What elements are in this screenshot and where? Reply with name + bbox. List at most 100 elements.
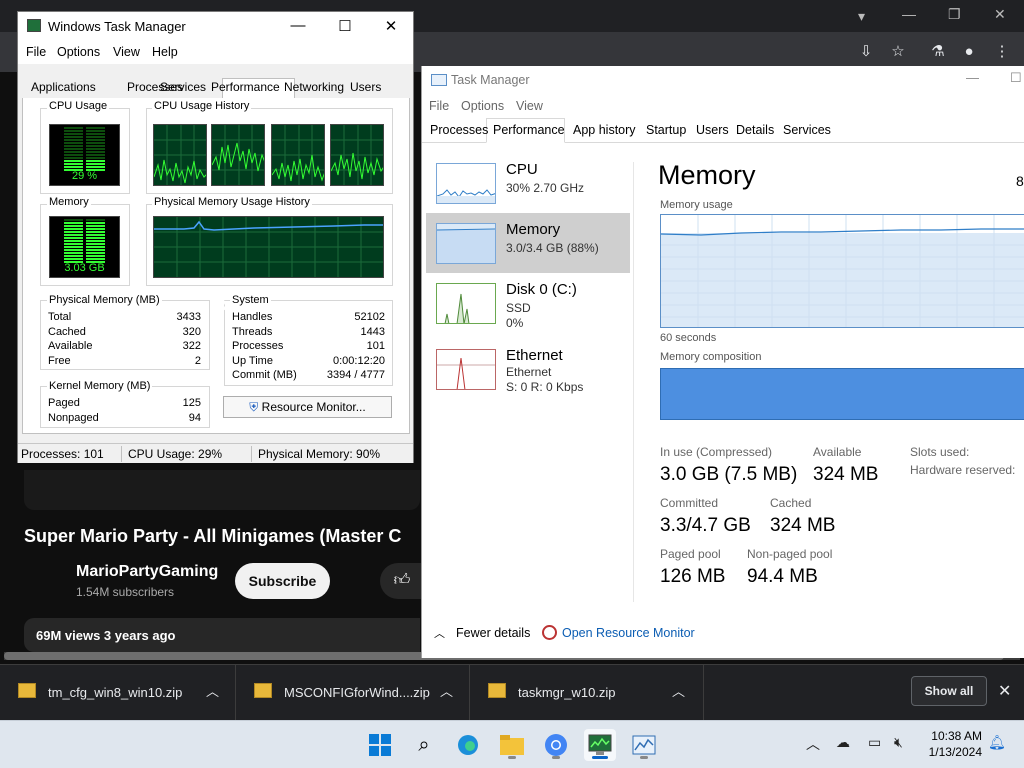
memory-meter-segment (86, 240, 105, 242)
tab-users[interactable]: Users (696, 123, 729, 137)
menu-file[interactable]: File (26, 45, 46, 59)
download-filename: MSCONFIGforWind....zip (284, 685, 430, 700)
ethernet-mini-graph (436, 349, 496, 390)
tab-performance[interactable]: Performance (211, 80, 280, 94)
tray-overflow-chevron-icon[interactable]: ︿ (806, 734, 820, 754)
resource-detail: 3.0/3.4 GB (88%) (506, 241, 599, 255)
menu-view[interactable]: View (113, 45, 140, 59)
chevron-up-icon[interactable]: ︿ (206, 681, 219, 700)
taskbar-clock[interactable]: 10:38 AM 1/13/2024 (918, 728, 982, 760)
minimize-icon[interactable]: — (902, 6, 916, 22)
tab-search-icon[interactable]: ▾ (858, 8, 865, 25)
cpu-mini-graph (436, 163, 496, 204)
in-use-value: 3.0 GB (7.5 MB) (660, 464, 798, 485)
install-app-icon[interactable]: ⇩ (856, 42, 876, 62)
paged-pool-value: 126 MB (660, 566, 726, 587)
chevron-up-icon[interactable]: ︿ (672, 681, 685, 700)
minimize-button[interactable]: — (966, 70, 979, 85)
notification-bell-icon[interactable]: 🔔︎ (988, 734, 1006, 751)
taskbar-classic-task-manager[interactable] (584, 729, 616, 761)
resource-disk[interactable]: Disk 0 (C:) SSD 0% (426, 273, 630, 333)
memory-usage-meter: 3.03 GB (49, 216, 120, 278)
commit-label: Commit (MB) (232, 369, 297, 381)
commit-value: 3394 / 4777 (326, 369, 385, 381)
tab-applications[interactable]: Applications (31, 80, 96, 94)
resource-cpu[interactable]: CPU 30% 2.70 GHz (426, 153, 630, 213)
resource-detail: S: 0 R: 0 Kbps (506, 380, 584, 394)
cpu-meter-segment (86, 127, 105, 129)
fewer-details-link[interactable]: Fewer details (456, 626, 530, 640)
close-icon[interactable]: ✕ (994, 6, 1006, 23)
show-all-downloads-button[interactable]: Show all (911, 676, 987, 706)
channel-name[interactable]: MarioPartyGaming (76, 563, 218, 581)
time-span-label: 60 seconds (660, 332, 717, 344)
tab-processes[interactable]: Processes (430, 123, 488, 137)
download-item[interactable]: MSCONFIGforWind....zip ︿ (236, 665, 470, 721)
download-item[interactable]: taskmgr_w10.zip ︿ (470, 665, 704, 721)
tab-users[interactable]: Users (350, 80, 381, 94)
subscribe-button[interactable]: Subscribe (235, 563, 330, 599)
browser-menu-icon[interactable]: ⋮ (992, 42, 1012, 62)
search-button[interactable]: ⌕ (408, 729, 440, 761)
menu-view[interactable]: View (516, 99, 543, 113)
uptime-value: 0:00:12:20 (333, 355, 385, 367)
chevron-up-icon[interactable]: ︿ (440, 681, 453, 700)
maximize-button[interactable]: ☐ (335, 17, 355, 35)
maximize-button[interactable]: ☐ (1010, 70, 1022, 86)
tab-services[interactable]: Services (160, 80, 206, 94)
chevron-up-icon[interactable]: ︿ (434, 625, 445, 641)
taskbar-edge[interactable] (452, 729, 484, 761)
open-resource-monitor-link[interactable]: Open Resource Monitor (562, 626, 695, 640)
cloud-offline-icon[interactable]: ☁ (836, 734, 850, 751)
video-player[interactable] (24, 470, 420, 510)
memory-meter-segment (64, 231, 83, 233)
cpu-meter-segment (64, 142, 83, 144)
title-bar[interactable]: Windows Task Manager — ☐ ✕ (18, 12, 413, 42)
resource-ethernet[interactable]: Ethernet Ethernet S: 0 R: 0 Kbps (426, 339, 630, 399)
performance-panel: CPU Usage 29 % CPU Usage History Memory … (22, 98, 410, 434)
volume-muted-icon[interactable]: 🔇︎ (894, 734, 903, 751)
resource-detail: SSD (506, 301, 531, 315)
restore-icon[interactable]: ❐ (948, 6, 961, 23)
bookmark-star-icon[interactable]: ☆ (888, 42, 908, 62)
like-button[interactable]: 👍︎ (380, 563, 424, 599)
start-button[interactable] (364, 729, 396, 761)
tab-networking[interactable]: Networking (284, 80, 344, 94)
page-title: Memory (658, 160, 756, 190)
cpu-meter-segment (86, 151, 105, 153)
menu-options[interactable]: Options (57, 45, 100, 59)
tab-services[interactable]: Services (783, 123, 831, 137)
non-paged-pool-value: 94.4 MB (747, 566, 818, 587)
tab-performance[interactable]: Performance (493, 123, 565, 137)
taskbar-file-explorer[interactable] (496, 729, 528, 761)
nonpaged-label: Nonpaged (48, 412, 99, 424)
taskbar-chrome[interactable] (540, 729, 572, 761)
memory-meter-segment (86, 234, 105, 236)
running-indicator (508, 756, 516, 759)
resource-monitor-button[interactable]: ⛨ Resource Monitor... (223, 396, 392, 418)
tab-startup[interactable]: Startup (646, 123, 686, 137)
menu-options[interactable]: Options (461, 99, 504, 113)
close-button[interactable]: ✕ (381, 17, 401, 35)
tab-details[interactable]: Details (736, 123, 774, 137)
running-indicator (640, 756, 648, 759)
status-separator (251, 446, 252, 462)
close-download-bar-icon[interactable]: ✕ (998, 681, 1011, 701)
search-icon: ⌕ (418, 734, 430, 756)
network-icon[interactable]: ▭ (868, 734, 881, 751)
tab-app-history[interactable]: App history (573, 123, 636, 137)
extensions-icon[interactable]: ⚗ (928, 42, 948, 62)
menu-file[interactable]: File (429, 99, 449, 113)
taskbar-task-manager[interactable] (628, 729, 660, 761)
clock-time: 10:38 AM (931, 729, 982, 743)
resource-detail: 0% (506, 316, 524, 330)
menu-help[interactable]: Help (152, 45, 178, 59)
resource-name: CPU (506, 161, 538, 178)
download-item[interactable]: tm_cfg_win8_win10.zip ︿ (0, 665, 236, 721)
memory-meter-segment (86, 231, 105, 233)
nonpaged-value: 94 (188, 412, 201, 424)
profile-avatar-icon[interactable]: ● (959, 42, 979, 62)
minimize-button[interactable]: — (288, 17, 308, 34)
system-label: System (230, 294, 271, 306)
resource-memory[interactable]: Memory 3.0/3.4 GB (88%) (426, 213, 630, 273)
